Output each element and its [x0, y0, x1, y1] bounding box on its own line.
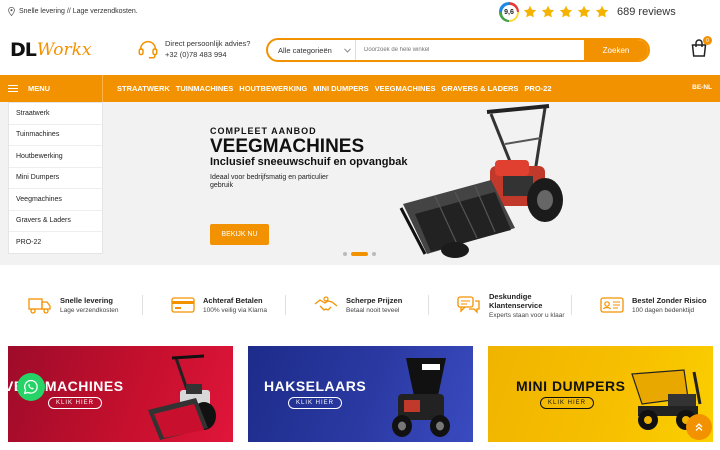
- dropdown-item-pro-22[interactable]: PRO-22: [9, 232, 102, 254]
- dropdown-item-gravers-laders[interactable]: Gravers & Laders: [9, 211, 102, 232]
- star-icon: [559, 5, 573, 18]
- advice-block[interactable]: Direct persoonlijk advies? +32 (0)78 483…: [137, 38, 250, 60]
- sweeper-image: [148, 354, 216, 440]
- category-select[interactable]: Alle categorieën: [268, 40, 356, 60]
- menu-label: MENU: [28, 84, 51, 93]
- handshake-icon: [314, 296, 338, 311]
- usp-title: Bestel Zonder Risico: [632, 296, 707, 305]
- truck-icon: [28, 298, 51, 314]
- banner-button[interactable]: KLIK HIER: [288, 397, 342, 409]
- category-select-value: Alle categorieën: [278, 45, 332, 55]
- star-icon: [595, 5, 609, 18]
- usp-title: Snelle levering: [60, 296, 113, 305]
- review-rating[interactable]: 9,6 689 reviews: [499, 2, 676, 22]
- logo-workx: Workx: [36, 40, 92, 60]
- slider-dot[interactable]: [343, 252, 347, 256]
- hero-description: Ideaal voor bedrijfsmatig en particulier…: [210, 174, 329, 189]
- hero-slider: COMPLEET AANBOD VEEGMACHINES Inclusief s…: [0, 102, 720, 265]
- usp-title: Deskundige Klantenservice: [489, 291, 543, 310]
- usp-item: Bestel Zonder Risico 100 dagen bedenktijd: [572, 283, 715, 327]
- usp-subtitle: Experts staan voor u klaar: [489, 311, 565, 319]
- dropdown-item-tuinmachines[interactable]: Tuinmachines: [9, 125, 102, 146]
- usp-title: Scherpe Prijzen: [346, 296, 403, 305]
- hero-cta-button[interactable]: BEKIJK NU: [210, 224, 269, 245]
- search-input[interactable]: [356, 47, 584, 53]
- usp-item: Snelle levering Lage verzendkosten: [0, 283, 143, 327]
- usp-bar: Snelle levering Lage verzendkosten Achter…: [0, 283, 720, 327]
- cart-count-badge: 0: [703, 36, 712, 45]
- hero-subtitle: COMPLEET AANBOD: [210, 126, 317, 136]
- banner-mini-dumpers[interactable]: MINI DUMPERS KLIK HIER: [488, 346, 713, 442]
- usp-item: Deskundige Klantenservice Experts staan v…: [429, 283, 572, 327]
- language-selector[interactable]: BE-NL: [692, 84, 712, 91]
- star-icon: [523, 5, 537, 18]
- delivery-text: Snelle levering // Lage verzendkosten.: [19, 8, 138, 15]
- id-card-icon: [600, 297, 624, 313]
- site-logo[interactable]: DL Workx: [10, 38, 91, 62]
- main-nav: MENU STRAATWERK TUINMACHINES HOUTBEWERKI…: [0, 75, 720, 102]
- slider-dots: [343, 252, 376, 256]
- search-bar: Alle categorieën Zoeken: [266, 38, 650, 62]
- nav-item-pro-22[interactable]: PRO-22: [524, 84, 551, 93]
- nav-item-straatwerk[interactable]: STRAATWERK: [117, 84, 170, 93]
- star-icon: [541, 5, 555, 18]
- search-button[interactable]: Zoeken: [584, 40, 648, 60]
- nav-item-houtbewerking[interactable]: HOUTBEWERKING: [239, 84, 307, 93]
- usp-title: Achteraf Betalen: [203, 296, 263, 305]
- dropdown-item-mini-dumpers[interactable]: Mini Dumpers: [9, 168, 102, 189]
- chat-icon: [457, 296, 480, 314]
- chevron-down-icon: [343, 47, 351, 53]
- slider-dot[interactable]: [372, 252, 376, 256]
- advice-title: Direct persoonlijk advies?: [165, 39, 251, 48]
- nav-item-mini-dumpers[interactable]: MINI DUMPERS: [313, 84, 368, 93]
- banner-button[interactable]: KLIK HIER: [48, 397, 102, 409]
- star-icon: [577, 5, 591, 18]
- reviews-count[interactable]: 689 reviews: [617, 6, 676, 18]
- wood-chipper-image: [392, 358, 450, 437]
- double-chevron-up-icon: [695, 423, 703, 431]
- whatsapp-button[interactable]: [17, 373, 45, 401]
- whatsapp-icon: [23, 379, 38, 395]
- banner-button[interactable]: KLIK HIER: [540, 397, 594, 409]
- nav-item-gravers-laders[interactable]: GRAVERS & LADERS: [441, 84, 518, 93]
- credit-card-icon: [171, 297, 195, 313]
- hamburger-icon: [8, 84, 18, 93]
- usp-subtitle: 100 dagen bedenktijd: [632, 307, 695, 314]
- headset-icon: [138, 41, 158, 59]
- nav-item-tuinmachines[interactable]: TUINMACHINES: [176, 84, 234, 93]
- usp-subtitle: 100% veilig via Klarna: [203, 307, 267, 314]
- delivery-info: Snelle levering // Lage verzendkosten.: [8, 7, 138, 16]
- banner-title: MINI DUMPERS: [516, 378, 626, 394]
- hero-title-2: Inclusief sneeuwschuif en opvangbak: [210, 156, 408, 168]
- dropdown-item-houtbewerking[interactable]: Houtbewerking: [9, 146, 102, 168]
- menu-button[interactable]: MENU: [0, 75, 103, 102]
- rating-score: 9,6: [501, 4, 517, 20]
- rating-badge: 9,6: [499, 2, 519, 22]
- usp-item: Scherpe Prijzen Betaal nooit teveel: [286, 283, 429, 327]
- banner-title: HAKSELAARS: [264, 378, 367, 394]
- sweeper-machine-image: [399, 104, 563, 258]
- dropdown-item-straatwerk[interactable]: Straatwerk: [9, 103, 102, 125]
- category-dropdown: Straatwerk Tuinmachines Houtbewerking Mi…: [8, 102, 103, 254]
- usp-subtitle: Lage verzendkosten: [60, 307, 119, 314]
- dropdown-item-veegmachines[interactable]: Veegmachines: [9, 189, 102, 211]
- nav-item-veegmachines[interactable]: VEEGMACHINES: [375, 84, 436, 93]
- logo-dl: DL: [10, 39, 37, 61]
- slider-dot-active[interactable]: [351, 252, 368, 256]
- scroll-to-top-button[interactable]: [686, 414, 712, 440]
- hero-title: VEEGMACHINES: [210, 136, 365, 157]
- usp-subtitle: Betaal nooit teveel: [346, 307, 400, 314]
- usp-item: Achteraf Betalen 100% veilig via Klarna: [143, 283, 286, 327]
- nav-items: STRAATWERK TUINMACHINES HOUTBEWERKING MI…: [117, 75, 552, 102]
- location-pin-icon: [8, 7, 15, 16]
- advice-phone[interactable]: +32 (0)78 483 994: [165, 50, 250, 59]
- top-bar: Snelle levering // Lage verzendkosten. 9…: [0, 0, 720, 24]
- banner-hakselaars[interactable]: HAKSELAARS KLIK HIER: [248, 346, 473, 442]
